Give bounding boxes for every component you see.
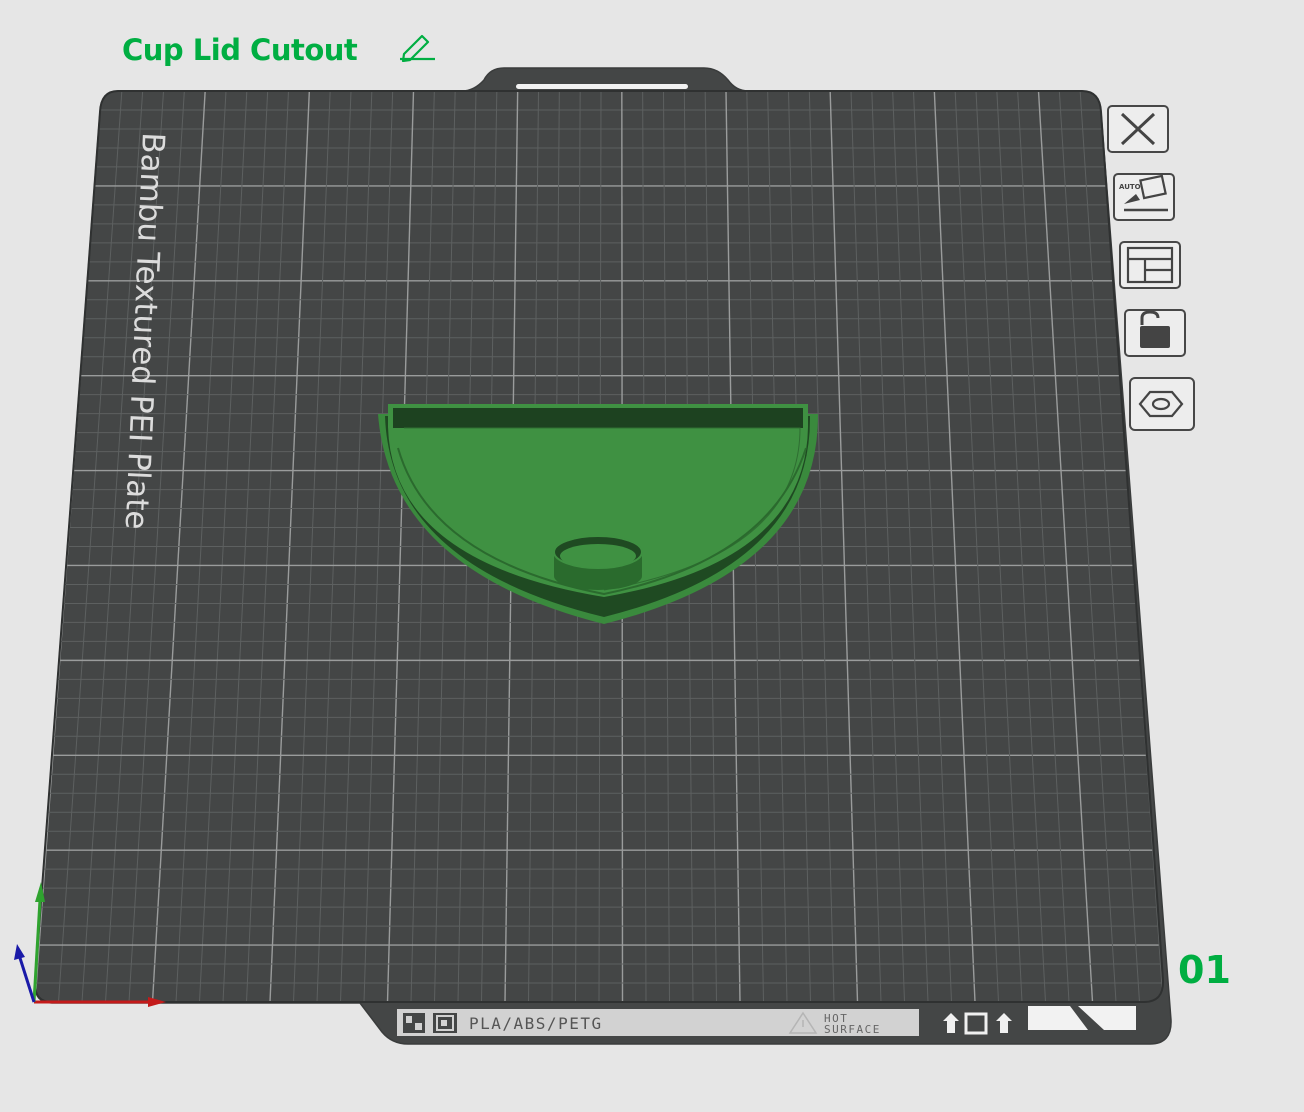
close-plate-button[interactable] bbox=[1107, 105, 1169, 153]
plate-side-icon bbox=[433, 1013, 457, 1033]
svg-text:AUTO: AUTO bbox=[1119, 183, 1141, 191]
plate-handle bbox=[516, 84, 688, 89]
auto-orient-button[interactable]: AUTO bbox=[1113, 173, 1175, 221]
3d-viewport[interactable]: Bambu Textured PEI Plate PLA/ABS/PETG HO… bbox=[0, 0, 1304, 1112]
materials-label: PLA/ABS/PETG bbox=[469, 1014, 603, 1033]
plate-settings-button[interactable] bbox=[1129, 377, 1195, 431]
bambu-logo-icon bbox=[403, 1013, 425, 1033]
arrange-button[interactable] bbox=[1119, 241, 1181, 289]
surface-label: SURFACE bbox=[824, 1023, 881, 1036]
lock-plate-button[interactable] bbox=[1124, 309, 1186, 357]
